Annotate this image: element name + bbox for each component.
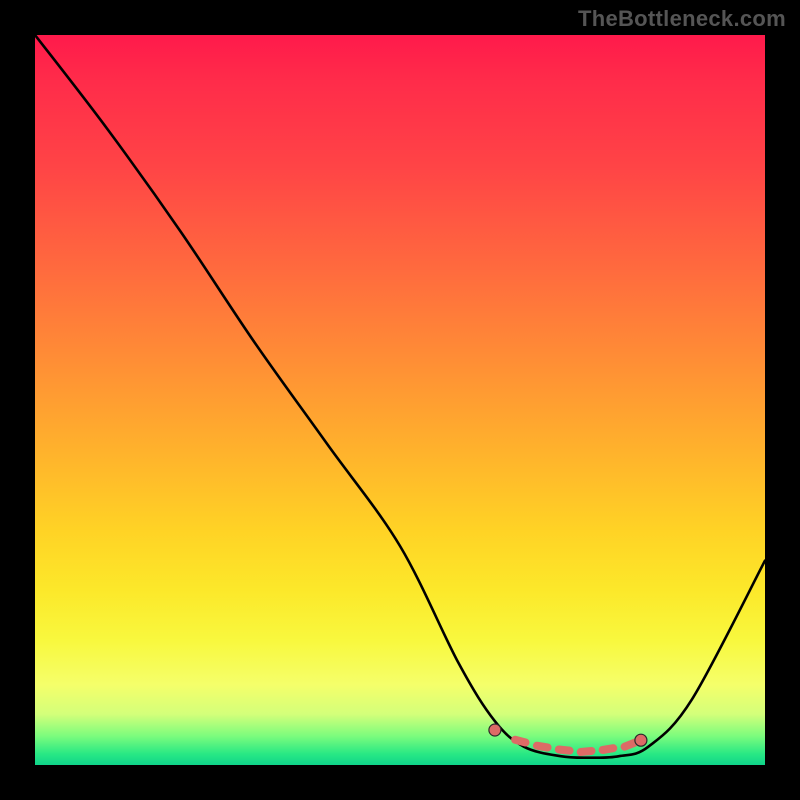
- marker-dash: [559, 750, 570, 751]
- marker-dash: [603, 748, 614, 750]
- marker-dot: [635, 734, 647, 746]
- marker-dash: [537, 746, 548, 748]
- chart-frame: TheBottleneck.com: [0, 0, 800, 800]
- marker-dot: [489, 724, 501, 736]
- watermark-text: TheBottleneck.com: [578, 6, 786, 32]
- bottleneck-curve: [35, 35, 765, 758]
- optimal-range-markers: [489, 724, 647, 752]
- marker-dash: [625, 743, 635, 747]
- marker-dash: [581, 751, 592, 752]
- plot-area: [35, 35, 765, 765]
- curve-layer: [35, 35, 765, 765]
- marker-dash: [515, 740, 525, 743]
